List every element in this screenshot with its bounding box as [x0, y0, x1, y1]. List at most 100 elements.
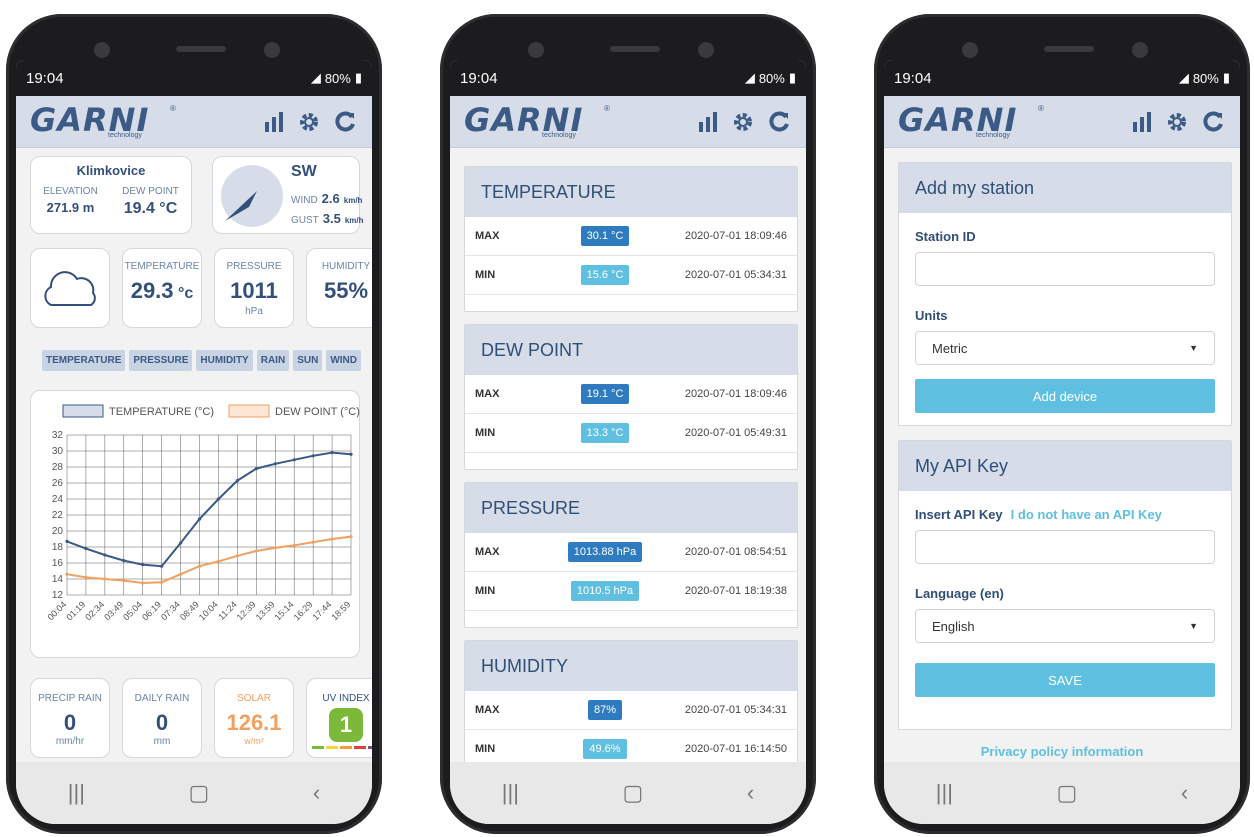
- garni-logo: GARNI technology ®: [464, 100, 610, 139]
- tab-rain[interactable]: RAIN: [256, 350, 290, 371]
- tab-wind[interactable]: WIND: [326, 350, 361, 371]
- refresh-icon[interactable]: [766, 109, 792, 135]
- api-key-label-row: Insert API Key I do not have an API Key: [915, 507, 1231, 522]
- gust-label: GUST: [291, 215, 319, 226]
- solar-value: 126.1: [226, 710, 282, 735]
- api-key-panel: My API Key Insert API Key I do not have …: [898, 440, 1232, 730]
- temperature-point: [141, 563, 145, 567]
- pressure-unit: hPa: [245, 306, 263, 317]
- battery-percent: 80%: [324, 70, 351, 86]
- units-selected: Metric: [932, 340, 968, 356]
- header-icons: [262, 109, 358, 135]
- dew-point-point: [141, 581, 145, 585]
- y-tick-label: 32: [52, 430, 64, 441]
- tab-pressure[interactable]: PRESSURE: [129, 350, 193, 371]
- temperature-point: [179, 541, 183, 545]
- x-tick-label: 05:04: [121, 599, 144, 622]
- y-tick-label: 30: [52, 446, 64, 457]
- signal-icon: ◢: [744, 70, 755, 85]
- api-key-label: Insert API Key: [915, 507, 1003, 522]
- dashboard-screen: 19:04 ◢ 80% ▮ GARNI technology ® Klimkov…: [16, 60, 372, 824]
- table-row: MAX 87% 2020-07-01 05:34:31: [465, 691, 797, 730]
- gust-unit: km/h: [344, 216, 364, 225]
- x-tick-label: 07:34: [159, 599, 182, 622]
- api-key-input[interactable]: [915, 530, 1215, 564]
- home-icon[interactable]: ▢: [1057, 780, 1078, 806]
- tab-sun[interactable]: SUN: [293, 350, 323, 371]
- weather-condition-card: [30, 248, 110, 328]
- units-label: Units: [915, 308, 948, 323]
- wind-direction: SW: [291, 163, 317, 180]
- save-button[interactable]: SAVE: [915, 663, 1215, 697]
- station-id-input[interactable]: [915, 252, 1215, 286]
- no-api-key-link[interactable]: I do not have an API Key: [1011, 507, 1162, 522]
- back-icon[interactable]: ‹: [1181, 780, 1188, 806]
- phone-settings: 19:04 ◢ 80% ▮ GARNI technology ® Add my …: [874, 14, 1250, 834]
- value-badge: 49.6%: [583, 739, 627, 759]
- temperature-point: [254, 467, 258, 471]
- timestamp: 2020-07-01 18:19:38: [684, 585, 787, 597]
- recent-apps-icon[interactable]: |||: [68, 780, 85, 806]
- x-tick-label: 18:59: [329, 599, 352, 622]
- station-id-label: Station ID: [915, 229, 976, 244]
- dew-point-point: [160, 580, 164, 584]
- status-right: ◢ 80% ▮: [311, 70, 362, 86]
- table-row: MIN 15.6 °C 2020-07-01 05:34:31: [465, 256, 797, 295]
- solar-card: SOLAR 126.1 w/m²: [214, 678, 294, 758]
- privacy-policy-link[interactable]: Privacy policy information: [884, 744, 1240, 759]
- temperature-point: [235, 479, 239, 483]
- stats-icon[interactable]: [696, 110, 720, 134]
- tab-humidity[interactable]: HUMIDITY: [196, 350, 253, 371]
- table-row: MAX 1013.88 hPa 2020-07-01 08:54:51: [465, 533, 797, 572]
- language-selected: English: [932, 618, 975, 634]
- stats-icon[interactable]: [1130, 110, 1154, 134]
- temperature-point: [197, 517, 202, 521]
- y-tick-label: 28: [52, 462, 64, 473]
- recent-apps-icon[interactable]: |||: [502, 780, 519, 806]
- y-tick-label: 26: [52, 478, 64, 489]
- stats-icon[interactable]: [262, 110, 286, 134]
- tab-temperature[interactable]: TEMPERATURE: [42, 350, 126, 371]
- gear-icon[interactable]: [1164, 109, 1190, 135]
- dew-point-point: [122, 579, 126, 583]
- value-badge: 15.6 °C: [580, 265, 630, 285]
- x-tick-label: 06:19: [140, 599, 163, 622]
- value-badge: 1010.5 hPa: [570, 581, 640, 601]
- signal-icon: ◢: [1178, 70, 1189, 85]
- add-device-button[interactable]: Add device: [915, 379, 1215, 413]
- status-time: 19:04: [26, 69, 64, 87]
- home-icon[interactable]: ▢: [623, 780, 644, 806]
- temperature-point: [160, 564, 164, 568]
- back-icon[interactable]: ‹: [747, 780, 754, 806]
- uv-index-value: 1: [339, 712, 353, 737]
- battery-icon: ▮: [354, 70, 362, 85]
- timestamp: 2020-07-01 05:34:31: [684, 704, 787, 716]
- phone-statistics: 19:04 ◢ 80% ▮ GARNI technology ® TEMPERA…: [440, 14, 816, 834]
- dew-point-line: [66, 535, 352, 585]
- home-icon[interactable]: ▢: [189, 780, 210, 806]
- gear-icon[interactable]: [730, 109, 756, 135]
- wind-unit: km/h: [343, 196, 363, 205]
- x-tick-label: 01:19: [64, 599, 87, 622]
- dew-point-point: [235, 554, 239, 558]
- x-tick-label: 13:59: [254, 599, 277, 622]
- pressure-value: 1011: [230, 278, 278, 303]
- solar-unit: w/m²: [244, 736, 264, 746]
- humidity-value: 55%: [323, 278, 369, 303]
- table-row: MAX 30.1 °C 2020-07-01 18:09:46: [465, 217, 797, 256]
- section-title: PRESSURE: [465, 483, 797, 533]
- value-badge: 30.1 °C: [580, 226, 630, 246]
- temperature-dewpoint-chart: TEMPERATURE (°C) DEW POINT (°C) 32 30 28 26 24…: [45, 404, 360, 622]
- refresh-icon[interactable]: [332, 109, 358, 135]
- gear-icon[interactable]: [296, 109, 322, 135]
- battery-icon: ▮: [1222, 70, 1230, 85]
- stats-section-pressure: PRESSURE MAX 1013.88 hPa 2020-07-01 08:5…: [464, 482, 798, 628]
- temperature-label: TEMPERATURE: [124, 261, 200, 272]
- recent-apps-icon[interactable]: |||: [936, 780, 953, 806]
- battery-percent: 80%: [758, 70, 785, 86]
- units-select[interactable]: Metric ▼: [915, 331, 1215, 365]
- language-select[interactable]: English ▼: [915, 609, 1215, 643]
- humidity-label: HUMIDITY: [321, 261, 371, 272]
- back-icon[interactable]: ‹: [313, 780, 320, 806]
- refresh-icon[interactable]: [1200, 109, 1226, 135]
